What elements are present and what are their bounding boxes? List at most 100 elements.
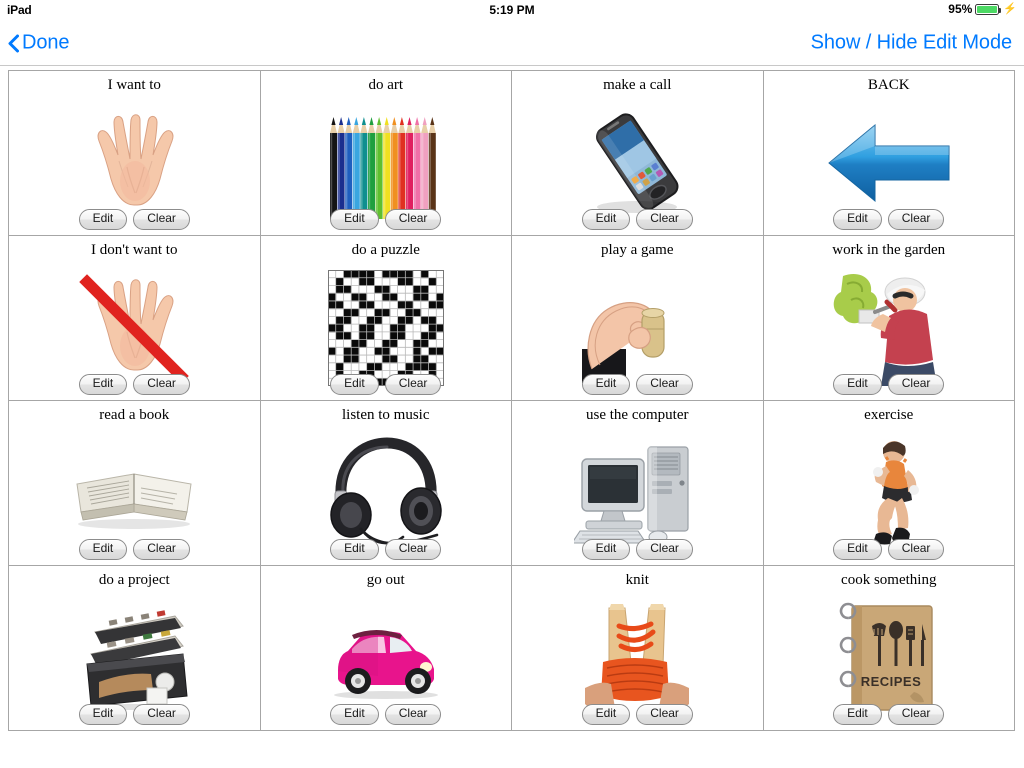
board-cell[interactable]: do art Edit Clear — [259, 70, 512, 236]
cell-button-group: Edit Clear — [9, 704, 260, 725]
board-cell-content[interactable]: do a project Edit Clear — [9, 566, 260, 730]
board-cell-label: cook something — [841, 572, 937, 588]
edit-button[interactable]: Edit — [330, 374, 379, 395]
edit-button[interactable]: Edit — [78, 539, 128, 560]
done-back-button[interactable]: Done — [8, 31, 70, 55]
board-cell-content[interactable]: I want to Edit Clear — [9, 71, 260, 235]
board-cell[interactable]: listen to music Edit Clear — [259, 400, 512, 566]
clear-button[interactable]: Clear — [636, 209, 693, 230]
board-cell-label: BACK — [867, 77, 910, 93]
edit-button[interactable]: Edit — [78, 374, 128, 395]
board-cell[interactable]: play a game Edit Clear — [511, 235, 764, 401]
board-cell-content[interactable]: exercise Edit Clear — [764, 401, 1015, 565]
status-bar: iPad 5:19 PM 95% ⚡ — [0, 0, 1024, 21]
edit-button[interactable]: Edit — [330, 704, 379, 725]
board-cell[interactable]: read a book Edit Clear — [8, 400, 261, 566]
clear-button[interactable]: Clear — [133, 209, 190, 230]
cell-button-group: Edit Clear — [9, 539, 260, 560]
board-cell-label: read a book — [99, 407, 170, 423]
clear-button[interactable]: Clear — [887, 539, 945, 560]
cell-button-group: Edit Clear — [9, 374, 260, 395]
clear-button[interactable]: Clear — [384, 539, 442, 560]
board-cell-label: use the computer — [586, 407, 689, 423]
show-hide-edit-mode-button[interactable]: Show / Hide Edit Mode — [811, 32, 1012, 55]
board-cell-content[interactable]: work in the garden Edit Clear — [764, 236, 1015, 400]
board-cell[interactable]: do a puzzle Edit Clear — [259, 235, 512, 401]
board-cell-content[interactable]: cook something RECIPES Edit Clear — [764, 566, 1015, 730]
board-cell[interactable]: knit Edit Clear — [511, 565, 764, 731]
cell-button-group: Edit Clear — [9, 209, 260, 230]
board-cell-content[interactable]: play a game Edit Clear — [512, 236, 763, 400]
edit-button[interactable]: Edit — [833, 209, 882, 230]
cell-button-group: Edit Clear — [261, 374, 512, 395]
edit-button[interactable]: Edit — [330, 539, 379, 560]
board-cell-content[interactable]: make a call Edit Clear — [512, 71, 763, 235]
edit-button[interactable]: Edit — [833, 374, 882, 395]
battery-icon — [975, 3, 1002, 15]
chevron-left-icon — [8, 34, 19, 52]
edit-button[interactable]: Edit — [581, 374, 631, 395]
board-cell-label: I don't want to — [91, 242, 178, 258]
board-cell[interactable]: BACK Edit Clear — [762, 70, 1015, 236]
clear-button[interactable]: Clear — [636, 539, 693, 560]
board-cell[interactable]: use the computer Edit Clear — [511, 400, 764, 566]
board-cell[interactable]: make a call Edit Clear — [511, 70, 764, 236]
board-cell-label: do art — [368, 77, 404, 93]
board-cell[interactable]: work in the garden Edit Clear — [762, 235, 1015, 401]
board-cell-content[interactable]: do art Edit Clear — [261, 71, 512, 235]
clear-button[interactable]: Clear — [133, 539, 190, 560]
clear-button[interactable]: Clear — [384, 374, 442, 395]
board-cell-content[interactable]: do a puzzle Edit Clear — [261, 236, 512, 400]
cell-button-group: Edit Clear — [764, 539, 1015, 560]
done-button-label: Done — [22, 31, 70, 54]
edit-button[interactable]: Edit — [581, 704, 631, 725]
navigation-bar: Done Show / Hide Edit Mode — [0, 21, 1024, 66]
cell-button-group: Edit Clear — [764, 704, 1015, 725]
board-cell-content[interactable]: use the computer Edit Clear — [512, 401, 763, 565]
cell-button-group: Edit Clear — [512, 539, 763, 560]
clear-button[interactable]: Clear — [384, 209, 442, 230]
board-cell-label: knit — [625, 572, 649, 588]
edit-button[interactable]: Edit — [78, 704, 128, 725]
cell-button-group: Edit Clear — [261, 539, 512, 560]
clear-button[interactable]: Clear — [133, 374, 190, 395]
board-cell[interactable]: exercise Edit Clear — [762, 400, 1015, 566]
board-cell[interactable]: cook something RECIPES Edit Clear — [762, 565, 1015, 731]
edit-button[interactable]: Edit — [581, 209, 631, 230]
clear-button[interactable]: Clear — [133, 704, 190, 725]
clear-button[interactable]: Clear — [887, 704, 945, 725]
board-cell-content[interactable]: go out Edit Clear — [261, 566, 512, 730]
board-cell[interactable]: go out Edit Clear — [259, 565, 512, 731]
board-cell-content[interactable]: knit Edit Clear — [512, 566, 763, 730]
edit-button[interactable]: Edit — [78, 209, 128, 230]
clear-button[interactable]: Clear — [887, 209, 945, 230]
board-row: do a project Edit Clear go out Edit Clea… — [8, 565, 1015, 731]
cell-button-group: Edit Clear — [512, 374, 763, 395]
board-cell-content[interactable]: listen to music Edit Clear — [261, 401, 512, 565]
board-cell-content[interactable]: I don't want to Edit Clear — [9, 236, 260, 400]
board-cell[interactable]: I don't want to Edit Clear — [8, 235, 261, 401]
board-cell-label: do a puzzle — [351, 242, 420, 258]
board-cell-content[interactable]: BACK Edit Clear — [764, 71, 1015, 235]
edit-button[interactable]: Edit — [581, 539, 631, 560]
edit-button[interactable]: Edit — [833, 539, 882, 560]
board-cell-label: work in the garden — [832, 242, 946, 258]
clear-button[interactable]: Clear — [636, 704, 693, 725]
edit-button[interactable]: Edit — [833, 704, 882, 725]
board-cell-label: listen to music — [342, 407, 430, 423]
clear-button[interactable]: Clear — [636, 374, 693, 395]
board-cell-label: exercise — [864, 407, 914, 423]
cell-button-group: Edit Clear — [512, 209, 763, 230]
status-clock: 5:19 PM — [489, 3, 535, 17]
cell-button-group: Edit Clear — [261, 209, 512, 230]
clear-button[interactable]: Clear — [887, 374, 945, 395]
board-cell[interactable]: do a project Edit Clear — [8, 565, 261, 731]
edit-button[interactable]: Edit — [330, 209, 379, 230]
charging-bolt-icon: ⚡ — [1003, 2, 1017, 15]
clear-button[interactable]: Clear — [384, 704, 442, 725]
board-cell[interactable]: I want to Edit Clear — [8, 70, 261, 236]
board-cell-label: I want to — [107, 77, 161, 93]
cell-button-group: Edit Clear — [764, 209, 1015, 230]
board-row: I want to Edit Clear do art Edit Clear make … — [8, 70, 1015, 236]
board-cell-content[interactable]: read a book Edit Clear — [9, 401, 260, 565]
